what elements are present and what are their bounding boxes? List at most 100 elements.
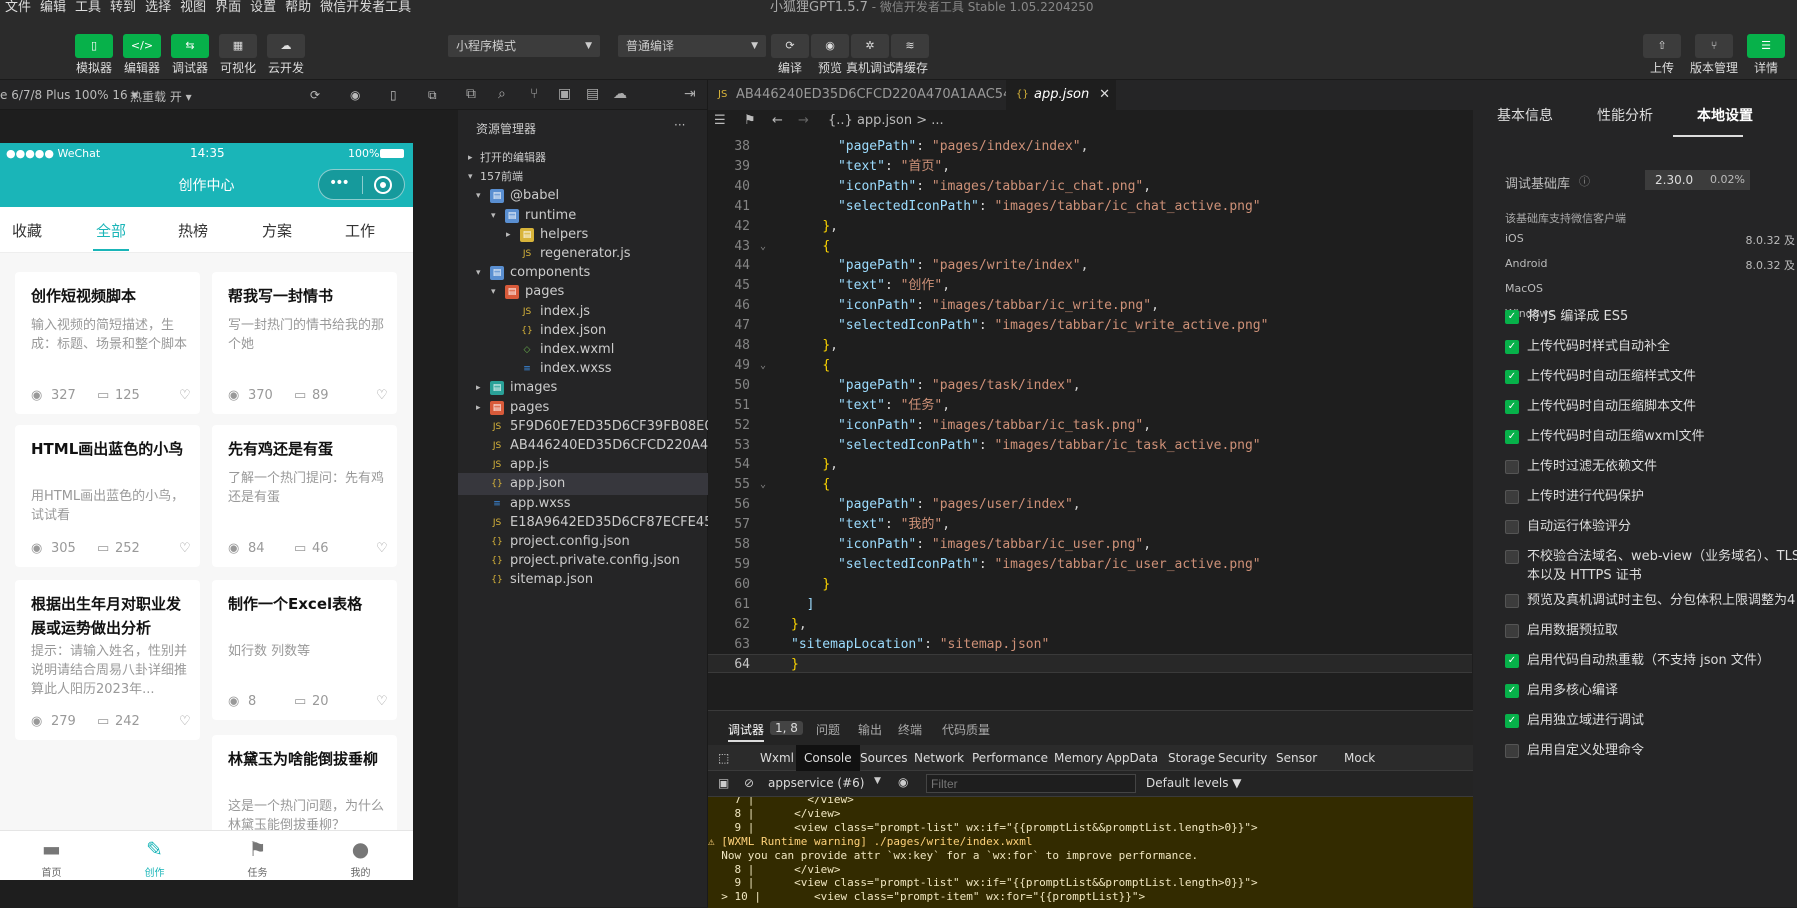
phone-button[interactable]: ▯ 模拟器 [68,34,120,75]
tab-0[interactable]: 收藏 [12,220,42,241]
more-icon[interactable]: ··· [674,118,685,132]
card[interactable]: 帮我写一封情书 写一封热门的情书给我的那个她 ◉ 370 ▭ 89 ♡ [212,272,397,414]
debug-tab-4[interactable]: 终端 [898,721,922,738]
check-icon[interactable]: ✓ [1505,400,1519,414]
filter-input[interactable] [926,774,1136,793]
help-icon[interactable]: ⓘ [1579,173,1590,189]
debug-tab-1[interactable]: 1, 8 [770,721,803,735]
heart-icon[interactable]: ♡ [179,388,191,403]
fold-icon[interactable]: ⌄ [760,475,766,494]
clear-icon[interactable]: ⊘ [744,776,754,790]
devtools-tab-2[interactable]: Sources [860,751,907,765]
card[interactable]: 创作短视频脚本 输入视频的简短描述，生成：标题、场景和整个脚本 ◉ 327 ▭ 125 ♡ [15,272,200,414]
devtools-tab-6[interactable]: AppData [1106,751,1158,765]
tree-item[interactable]: {} sitemap.json [458,569,708,591]
layers-button[interactable]: ≋ 清缓存 [884,34,936,75]
details-tab-0[interactable]: 基本信息 [1497,105,1553,125]
fold-icon[interactable]: ⌄ [760,237,766,256]
split-icon[interactable]: ⇥ [684,86,696,102]
cloud-icon[interactable]: ☁ [613,86,627,102]
devtools-tab-3[interactable]: Network [914,751,964,765]
details-tab-1[interactable]: 性能分析 [1597,105,1653,125]
popout-icon[interactable]: ⧉ [428,88,437,103]
menu-item-2[interactable]: 工具 [75,1,101,15]
checkbox-empty[interactable] [1505,594,1519,608]
files-icon[interactable]: ⧉ [466,86,476,102]
menu-item-7[interactable]: 设置 [250,1,276,15]
checkbox-empty[interactable] [1505,460,1519,474]
checkbox-empty[interactable] [1505,490,1519,504]
menu-item-1[interactable]: 编辑 [40,1,66,15]
upload-button[interactable]: ⇧ 上传 [1636,34,1688,75]
card[interactable]: HTML画出蓝色的小鸟 用HTML画出蓝色的小鸟，试试看 ◉ 305 ▭ 252 ♡ [15,425,200,567]
close-icon[interactable]: ✕ [1099,80,1110,110]
tabbar-item[interactable]: ● 我的 [309,831,412,879]
tabbar-item[interactable]: ⚑ 任务 [206,831,309,879]
menu-item-0[interactable]: 文件 [5,1,31,15]
menu-item-9[interactable]: 微信开发者工具 [320,1,411,15]
menu-item-4[interactable]: 选择 [145,1,171,15]
editor-tab[interactable]: {} app.json ✕ [1006,80,1116,110]
check-icon[interactable]: ✓ [1505,370,1519,384]
debug-button[interactable]: ⇆ 调试器 [164,34,216,75]
tab-1[interactable]: 全部 [96,220,126,241]
code-button[interactable]: </> 编辑器 [116,34,168,75]
devtools-tab-5[interactable]: Memory [1054,751,1103,765]
heart-icon[interactable]: ♡ [179,541,191,556]
sidebar-toggle-icon[interactable]: ▣ [718,776,729,790]
checkbox-empty[interactable] [1505,520,1519,534]
tabbar-item[interactable]: ▬ 首页 [0,831,103,879]
devtools-tab-0[interactable]: Wxml [760,751,794,765]
debug-tab-3[interactable]: 输出 [858,721,882,738]
heart-icon[interactable]: ♡ [376,541,388,556]
devtools-tab-8[interactable]: Security [1218,751,1267,765]
compile-select[interactable]: 普通编译 ▼ [618,35,766,57]
forward-icon[interactable]: → [798,110,809,132]
tab-2[interactable]: 热榜 [178,220,208,241]
menu-item-3[interactable]: 转到 [110,1,136,15]
checkbox-empty[interactable] [1505,624,1519,638]
search-icon[interactable]: ⌕ [498,86,506,102]
fold-icon[interactable]: ⌄ [760,356,766,375]
tab-3[interactable]: 方案 [262,220,292,241]
debug-tab-0[interactable]: 调试器 [728,721,764,738]
menu-item-6[interactable]: 界面 [215,1,241,15]
setting-checkbox[interactable]: 不校验合法域名、web-view（业务域名）、TLS 本以及 HTTPS 证书 [1505,549,1797,583]
check-icon[interactable]: ✓ [1505,310,1519,324]
inspect-icon[interactable]: ⬚ [718,751,729,765]
layout-button[interactable]: ▦ 可视化 [212,34,264,75]
eye-icon[interactable]: ◉ [898,775,908,789]
breadcrumb-text[interactable]: {..} app.json > ... [828,110,944,132]
check-icon[interactable]: ✓ [1505,654,1519,668]
card[interactable]: 根据出生年月对职业发展或运势做出分析 提示：请输入姓名，性别并说明请结合周易八卦详… [15,580,200,740]
hot-reload-select[interactable]: 热重载 开 ▾ [130,88,192,105]
devtools-tab-10[interactable]: Mock [1344,751,1375,765]
card[interactable]: 制作一个Excel表格 如行数 列数等 ◉ 8 ▭ 20 ♡ [212,580,397,720]
more-icon[interactable]: ••• [329,175,350,191]
check-icon[interactable]: ✓ [1505,340,1519,354]
debug-tab-5[interactable]: 代码质量 [942,721,990,738]
setting-checkbox[interactable]: ✓ 上传代码时自动压缩样式文件 [1505,369,1795,389]
menu-button[interactable]: ☰ 详情 [1740,34,1792,75]
setting-checkbox[interactable]: 启用自定义处理命令 [1505,743,1795,763]
setting-checkbox[interactable]: ✓ 上传代码时样式自动补全 [1505,339,1795,359]
devtools-tab-9[interactable]: Sensor [1276,751,1317,765]
setting-checkbox[interactable]: ✓ 上传代码时自动压缩脚本文件 [1505,399,1795,419]
check-icon[interactable]: ✓ [1505,430,1519,444]
setting-checkbox[interactable]: ✓ 上传代码时自动压缩wxml文件 [1505,429,1795,449]
source-control-icon[interactable]: ⑂ [530,86,538,102]
debug-icon[interactable]: ▣ [558,86,571,102]
heart-icon[interactable]: ♡ [179,714,191,729]
menu-item-8[interactable]: 帮助 [285,1,311,15]
menu-item-5[interactable]: 视图 [180,1,206,15]
reload-icon[interactable]: ⟳ [310,88,320,102]
cloud-button[interactable]: ☁ 云开发 [260,34,312,75]
check-icon[interactable]: ✓ [1505,684,1519,698]
context-select[interactable]: appservice (#6) [768,776,864,790]
lib-version-select[interactable]: 2.30.0 0.02% [1645,170,1750,190]
heart-icon[interactable]: ♡ [376,388,388,403]
devtools-tab-1[interactable]: Console [796,745,860,771]
check-icon[interactable]: ✓ [1505,714,1519,728]
heart-icon[interactable]: ♡ [376,694,388,709]
checkbox-empty[interactable] [1505,550,1519,564]
